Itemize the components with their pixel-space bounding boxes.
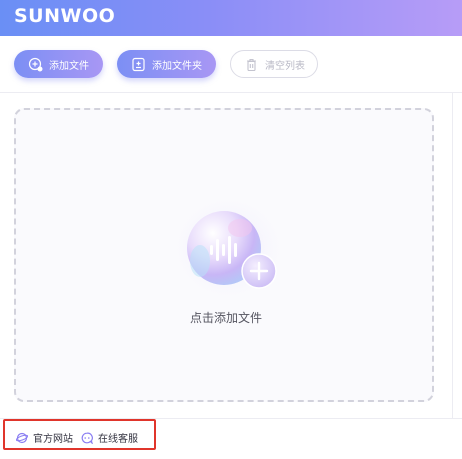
clear-list-button[interactable]: 清空列表 bbox=[230, 50, 318, 78]
official-site-link[interactable]: 官方网站 bbox=[16, 430, 73, 445]
online-service-label: 在线客服 bbox=[98, 434, 138, 445]
online-service-link[interactable]: 在线客服 bbox=[81, 430, 138, 445]
add-folder-icon bbox=[131, 57, 146, 72]
add-file-icon bbox=[28, 57, 43, 72]
trash-icon bbox=[244, 57, 259, 72]
chat-icon bbox=[81, 432, 93, 444]
audio-wave-plus-icon bbox=[166, 188, 296, 308]
app-logo: SUNWOO bbox=[14, 5, 116, 27]
globe-icon bbox=[16, 432, 28, 444]
toolbar: 添加文件 添加文件夹 清空列表 bbox=[0, 36, 462, 93]
drop-zone-prompt: 点击添加文件 bbox=[189, 311, 262, 325]
add-file-label: 添加文件 bbox=[49, 60, 89, 72]
add-file-button[interactable]: 添加文件 bbox=[14, 50, 103, 78]
official-site-label: 官方网站 bbox=[33, 434, 73, 445]
file-drop-zone[interactable]: 点击添加文件 bbox=[14, 108, 434, 402]
side-panel-edge bbox=[452, 93, 462, 418]
add-folder-label: 添加文件夹 bbox=[152, 60, 202, 72]
clear-list-label: 清空列表 bbox=[265, 60, 305, 72]
app-header: SUNWOO bbox=[0, 0, 462, 36]
add-folder-button[interactable]: 添加文件夹 bbox=[117, 50, 216, 78]
